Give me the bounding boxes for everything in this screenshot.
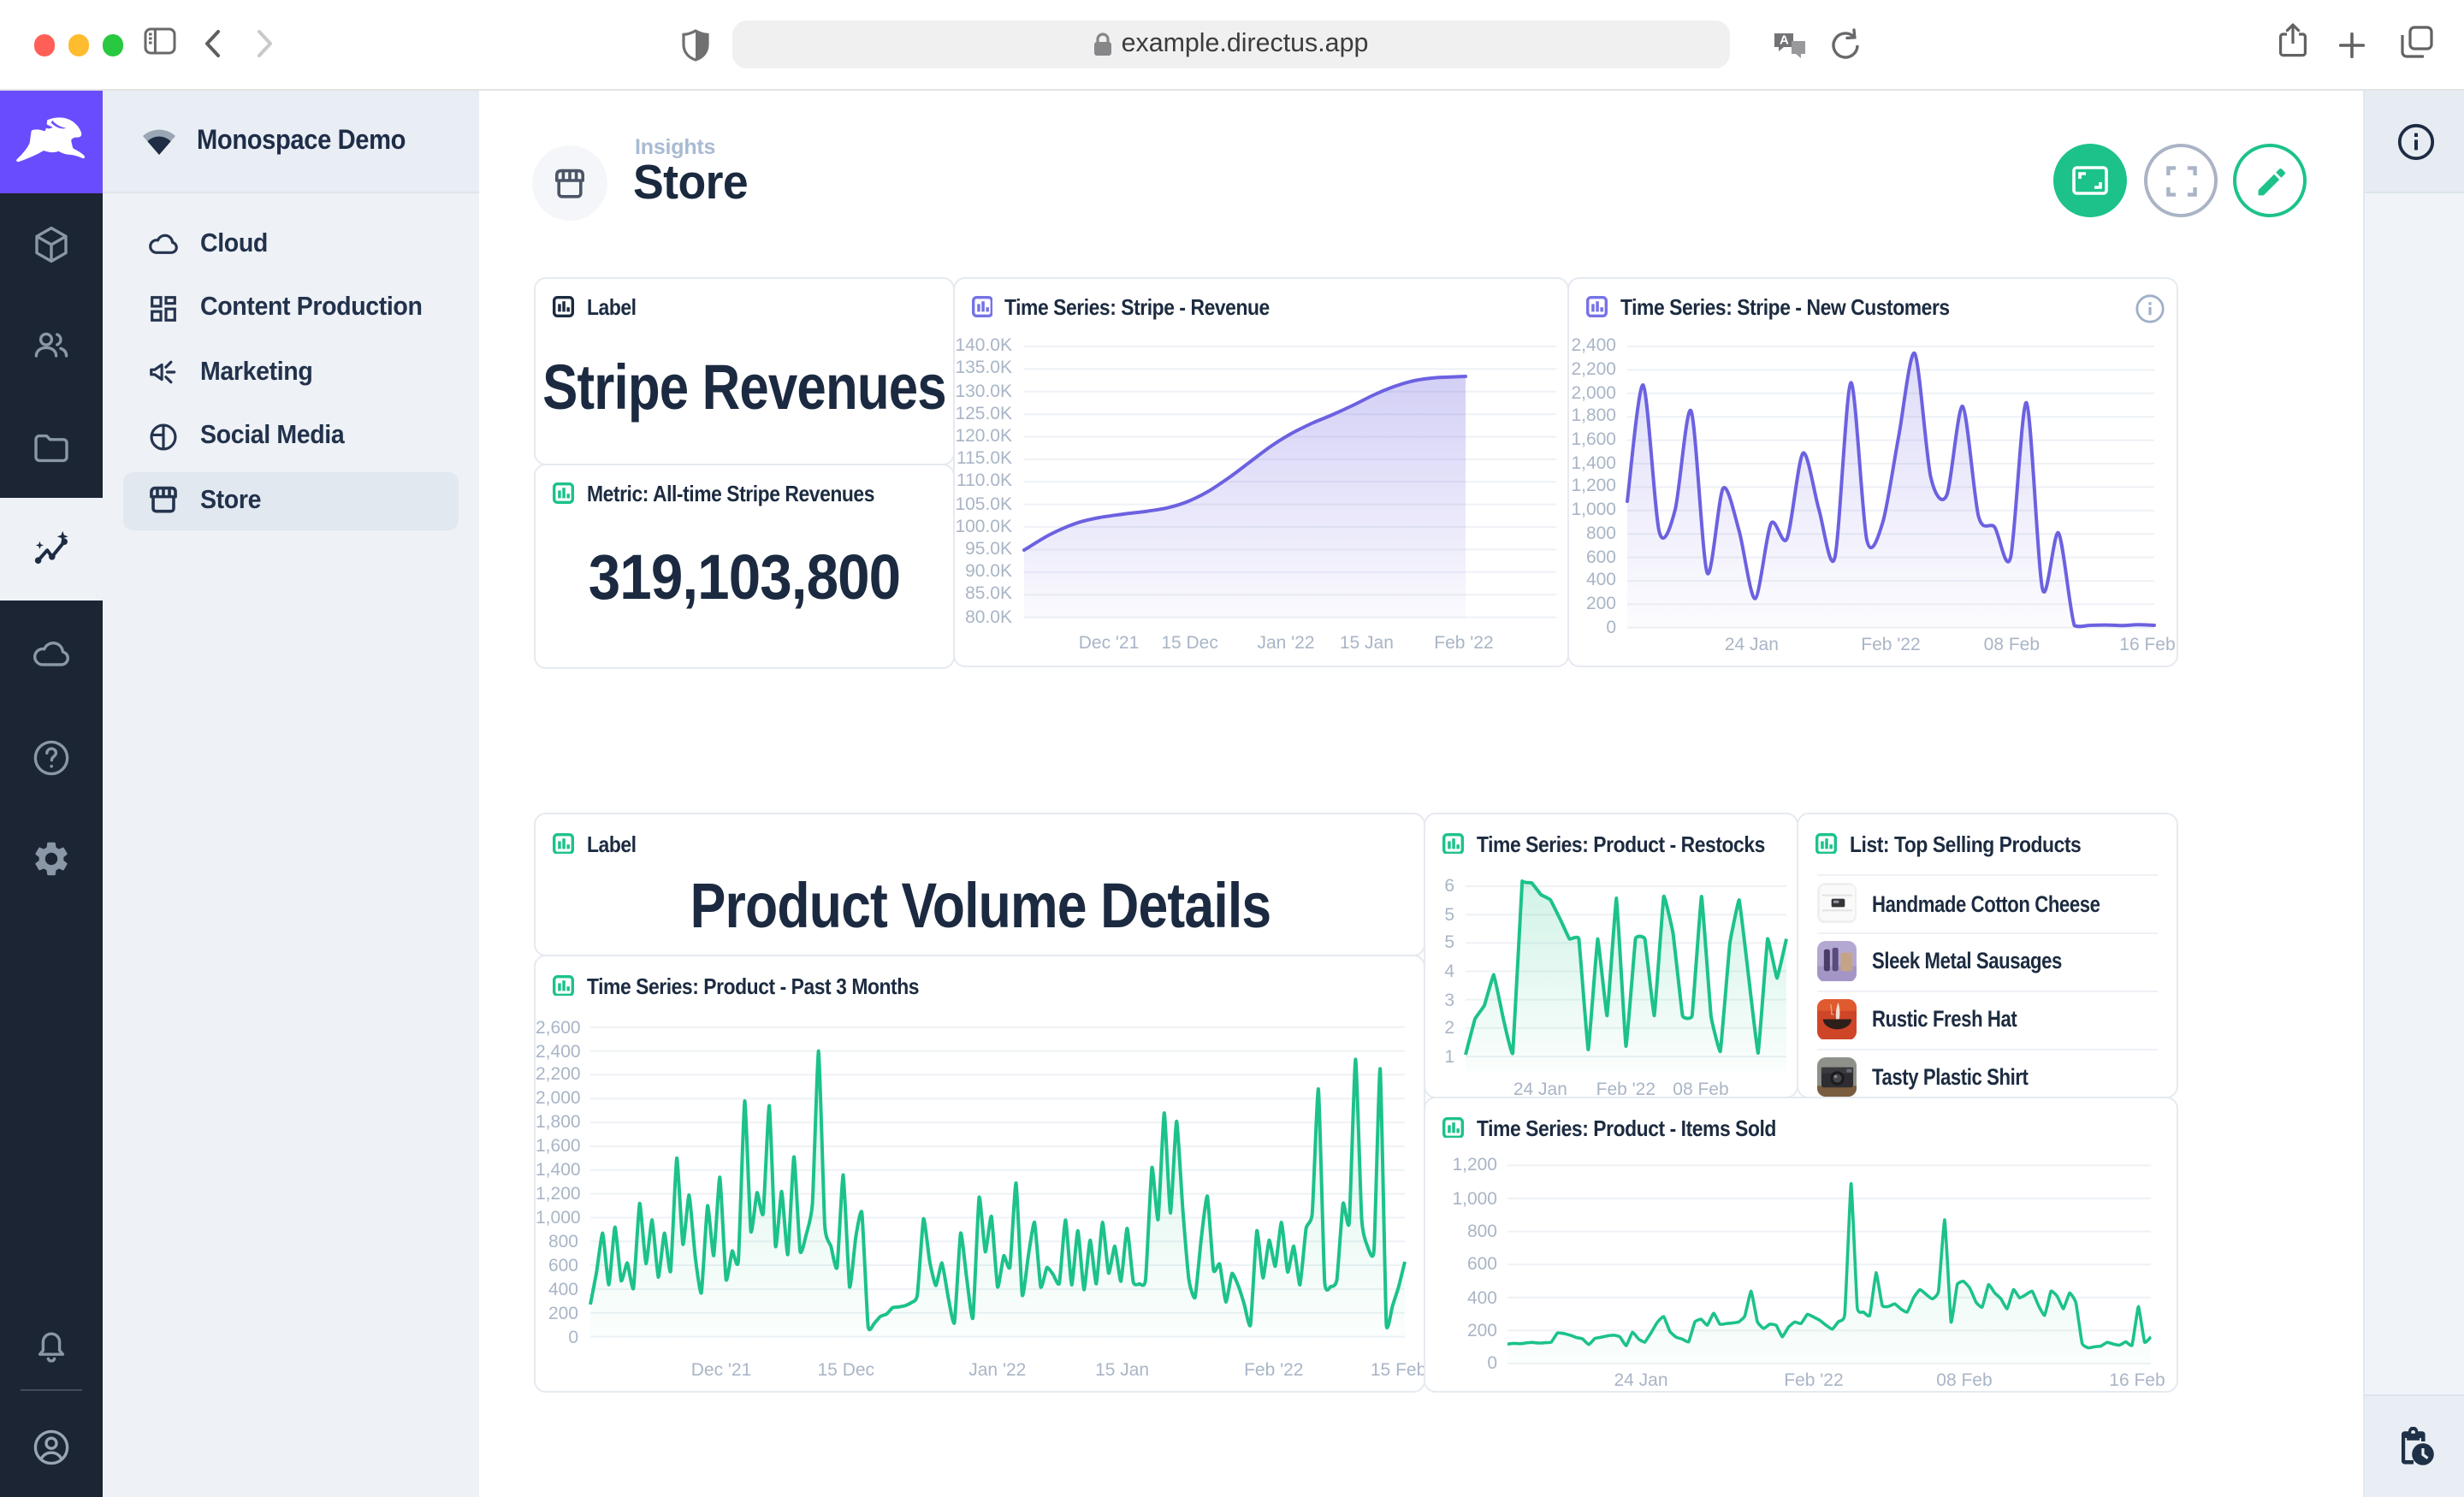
svg-text:A: A — [1780, 33, 1789, 48]
